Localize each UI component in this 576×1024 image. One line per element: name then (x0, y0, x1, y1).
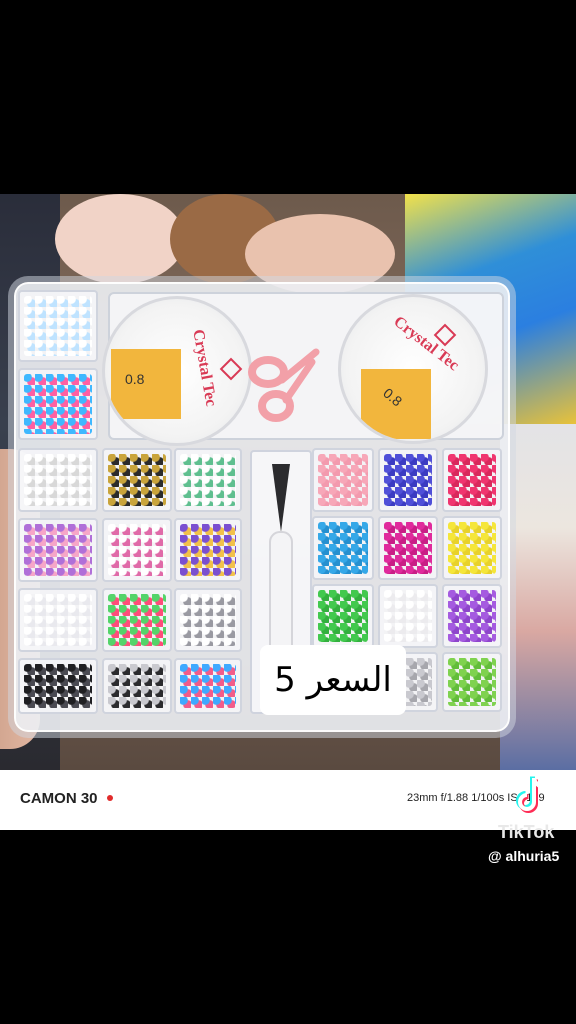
bead-compartment (442, 652, 502, 712)
beads (448, 522, 496, 574)
bead-compartment (102, 658, 172, 714)
bead-compartment (312, 448, 374, 512)
bead-compartment (102, 588, 172, 652)
bead-compartment (442, 584, 502, 648)
beads (24, 524, 92, 576)
beads (448, 590, 496, 642)
bead-compartment (18, 448, 98, 512)
camera-watermark-bar: CAMON 30 23mm f/1.88 1/100s ISO139 (0, 770, 576, 830)
beads (318, 454, 368, 506)
beads (24, 664, 92, 708)
beads (318, 522, 368, 574)
beads (108, 524, 166, 576)
beads (384, 590, 432, 642)
bead-compartment (174, 448, 242, 512)
beads (384, 522, 432, 574)
camera-model: CAMON 30 (20, 790, 98, 807)
scissors-icon (248, 348, 320, 422)
spool-logo (219, 357, 243, 381)
tiktok-logo-icon (516, 776, 547, 813)
bead-compartment (378, 448, 438, 512)
bead-compartment (442, 516, 502, 580)
spool-size: 0.8 (125, 371, 145, 387)
bead-compartment (174, 588, 242, 652)
beads (108, 594, 166, 646)
spool-brand: Crystal Tec (189, 328, 220, 408)
tiktok-handle: @ alhuria5 (488, 848, 560, 864)
doll-face (55, 194, 185, 284)
bead-compartment (18, 290, 98, 362)
bead-compartment (102, 518, 172, 582)
bead-compartment (378, 516, 438, 580)
beads (448, 454, 496, 506)
thread-spool-right: 0.8 Crystal Tec (338, 294, 488, 444)
bead-compartment (18, 518, 98, 582)
bead-compartment (18, 368, 98, 440)
bead-compartment (442, 448, 502, 512)
bead-compartment (18, 588, 98, 652)
bead-compartment (174, 658, 242, 714)
beads (180, 594, 236, 646)
spool-wedge (111, 349, 181, 419)
spool-brand: Crystal Tec (390, 312, 463, 375)
thread-spool-left: 0.8 Crystal Tec (102, 296, 252, 446)
bead-compartment (174, 518, 242, 582)
tiktok-wordmark: TikTok (498, 822, 555, 842)
beads (318, 590, 368, 642)
beads (24, 454, 92, 506)
bead-compartment (102, 448, 172, 512)
beads (108, 664, 166, 708)
beads (24, 594, 92, 646)
beads (108, 454, 166, 506)
bead-compartment (18, 658, 98, 714)
price-label: السعر 5 (260, 645, 406, 715)
beads (180, 454, 236, 506)
bead-compartment (312, 516, 374, 580)
beads (24, 374, 92, 434)
beads (180, 664, 236, 708)
beads (448, 658, 496, 706)
red-dot-icon (107, 795, 113, 801)
background-shelf-right (500, 424, 576, 770)
bead-compartment (378, 584, 438, 648)
bead-compartment (312, 584, 374, 648)
beads (180, 524, 236, 576)
beads (384, 454, 432, 506)
beads (24, 296, 92, 356)
